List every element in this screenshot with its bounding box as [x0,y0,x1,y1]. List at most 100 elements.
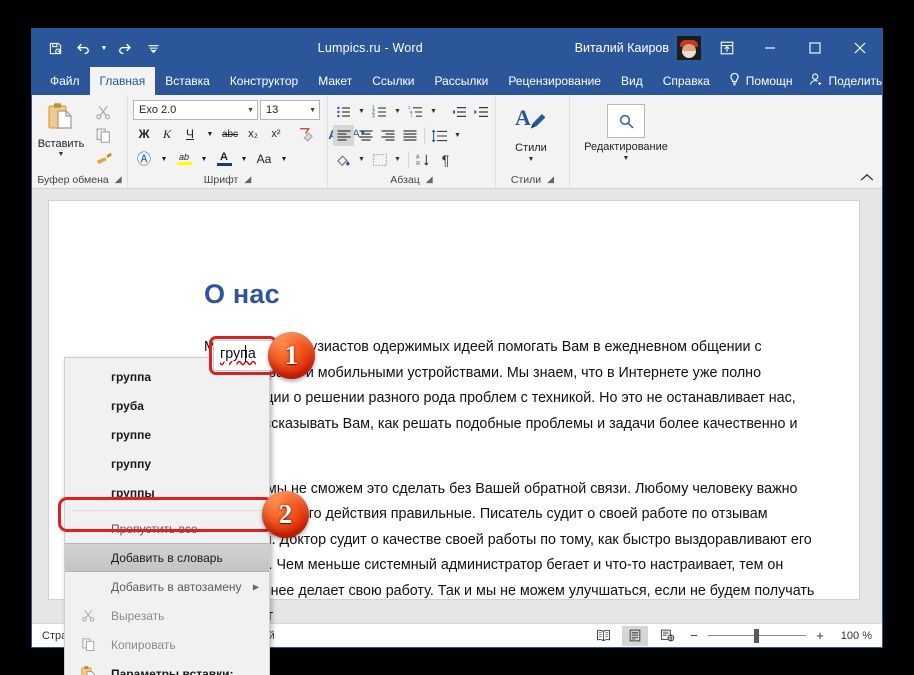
highlight-dropdown-icon[interactable]: ▼ [196,148,212,170]
tab-mailings[interactable]: Рассылки [424,67,498,95]
undo-dropdown-icon[interactable]: ▼ [98,35,110,61]
misspelled-word-callout-box: групa [213,340,273,371]
editing-button[interactable]: Редактирование ▼ [575,104,677,162]
menu-item-add-to-autocorrect[interactable]: Добавить в автозамену ▶ [65,572,269,601]
paragraph-dialog-launcher[interactable]: ◢ [426,174,433,185]
font-color-icon[interactable]: A [213,148,235,170]
close-button[interactable] [837,29,882,67]
change-case-button[interactable]: Aa [253,148,275,170]
share-button[interactable]: Поделиться [801,72,882,90]
account-area[interactable]: Виталий Каиров [575,36,701,60]
bullets-icon[interactable] [333,101,354,122]
avatar[interactable] [677,36,701,60]
font-selectors: Exo 2.0 ▼ 13 ▼ [133,98,322,120]
zoom-out-button[interactable]: − [686,628,702,643]
format-painter-icon[interactable] [93,148,115,168]
menu-item-suggestion-4[interactable]: группу [65,449,269,478]
copy-icon[interactable] [93,125,115,145]
borders-dropdown-icon[interactable]: ▼ [391,149,404,170]
font-group-label: Шрифт ◢ [203,173,252,186]
scissors-icon[interactable] [93,102,115,122]
read-mode-icon[interactable] [590,626,616,646]
styles-dropdown-icon[interactable]: ▼ [528,156,535,163]
tab-review[interactable]: Рецензирование [498,67,611,95]
zoom-thumb[interactable] [754,628,759,643]
shading-icon[interactable] [333,149,354,170]
align-center-icon[interactable] [355,125,376,146]
underline-dropdown-icon[interactable]: ▼ [202,123,218,145]
subscript-button[interactable]: x₂ [242,123,264,145]
undo-icon[interactable] [70,35,96,61]
highlight-icon[interactable]: ab [173,148,195,170]
editing-dropdown-icon[interactable]: ▼ [575,155,677,162]
tab-home[interactable]: Главная [89,67,156,95]
text-effects-icon[interactable]: Ⓐ [133,148,155,170]
clipboard-dialog-launcher[interactable]: ◢ [115,174,122,185]
chevron-down-icon[interactable]: ▼ [305,107,316,114]
tab-design[interactable]: Конструктор [220,67,308,95]
collapse-ribbon-icon[interactable] [860,173,874,185]
change-case-dropdown-icon[interactable]: ▼ [276,148,292,170]
borders-icon[interactable] [369,149,390,170]
save-icon[interactable] [42,35,68,61]
numbering-dropdown-icon[interactable]: ▼ [391,101,404,122]
decrease-indent-icon[interactable] [448,101,469,122]
font-size-combo[interactable]: 13 ▼ [260,100,320,120]
tab-layout[interactable]: Макет [308,67,362,95]
tab-file[interactable]: Файл [40,67,90,95]
paste-dropdown-icon[interactable]: ▼ [58,151,65,158]
line-spacing-dropdown-icon[interactable]: ▼ [451,125,464,146]
strikethrough-button[interactable]: abc [219,123,241,145]
text-effects-dropdown-icon[interactable]: ▼ [156,148,172,170]
customize-qat-icon[interactable] [140,35,166,61]
bold-button[interactable]: Ж [133,123,155,145]
tab-view[interactable]: Вид [611,67,653,95]
italic-button[interactable]: К [156,123,178,145]
web-layout-icon[interactable] [654,626,680,646]
increase-indent-icon[interactable] [470,101,491,122]
justify-icon[interactable] [399,125,420,146]
menu-item-ignore-all[interactable]: Пропустить все [65,514,269,543]
underline-button[interactable]: Ч [179,123,201,145]
zoom-level[interactable]: 100 % [834,630,872,642]
ribbon-display-options-icon[interactable] [707,29,747,67]
menu-item-suggestion-2[interactable]: груба [65,391,269,420]
align-right-icon[interactable] [377,125,398,146]
styles-button[interactable]: A Стили ▼ [501,98,561,163]
line-spacing-icon[interactable] [429,125,450,146]
menu-item-suggestion-3[interactable]: группе [65,420,269,449]
superscript-button[interactable]: x² [265,123,287,145]
tab-insert[interactable]: Вставка [155,67,220,95]
clear-formatting-icon[interactable] [295,123,317,145]
zoom-slider[interactable] [708,626,806,646]
scissors-icon [79,607,97,625]
window-controls [707,29,882,67]
chevron-down-icon[interactable]: ▼ [243,107,254,114]
maximize-button[interactable] [792,29,837,67]
tell-me-search[interactable]: Помощн [720,67,801,95]
font-dialog-launcher[interactable]: ◢ [244,174,251,185]
font-name-combo[interactable]: Exo 2.0 ▼ [133,100,258,120]
styles-dialog-launcher[interactable]: ◢ [547,174,554,185]
sort-icon[interactable]: A Я [413,149,434,170]
minimize-button[interactable] [747,29,792,67]
tab-references[interactable]: Ссылки [362,67,424,95]
show-marks-button[interactable]: ¶ [435,149,456,170]
menu-item-add-to-dictionary[interactable]: Добавить в словарь [65,543,269,572]
bullets-dropdown-icon[interactable]: ▼ [355,101,368,122]
zoom-in-button[interactable]: + [812,628,828,643]
menu-item-suggestion-5[interactable]: группы [65,478,269,507]
multilevel-dropdown-icon[interactable]: ▼ [427,101,440,122]
menu-item-paste-options: Параметры вставки: [65,659,269,675]
paste-button[interactable]: Вставить ▼ [37,98,85,158]
multilevel-list-icon[interactable]: 1 a i [405,101,426,122]
spelling-context-menu[interactable]: группа груба группе группу группы Пропус… [64,357,270,675]
font-color-dropdown-icon[interactable]: ▼ [236,148,252,170]
redo-icon[interactable] [112,35,138,61]
shading-dropdown-icon[interactable]: ▼ [355,149,368,170]
print-layout-icon[interactable] [622,625,648,646]
align-left-icon[interactable] [333,125,354,146]
font-name-value: Exo 2.0 [139,104,177,116]
numbering-icon[interactable]: 1 2 3 [369,101,390,122]
tab-help[interactable]: Справка [653,67,720,95]
